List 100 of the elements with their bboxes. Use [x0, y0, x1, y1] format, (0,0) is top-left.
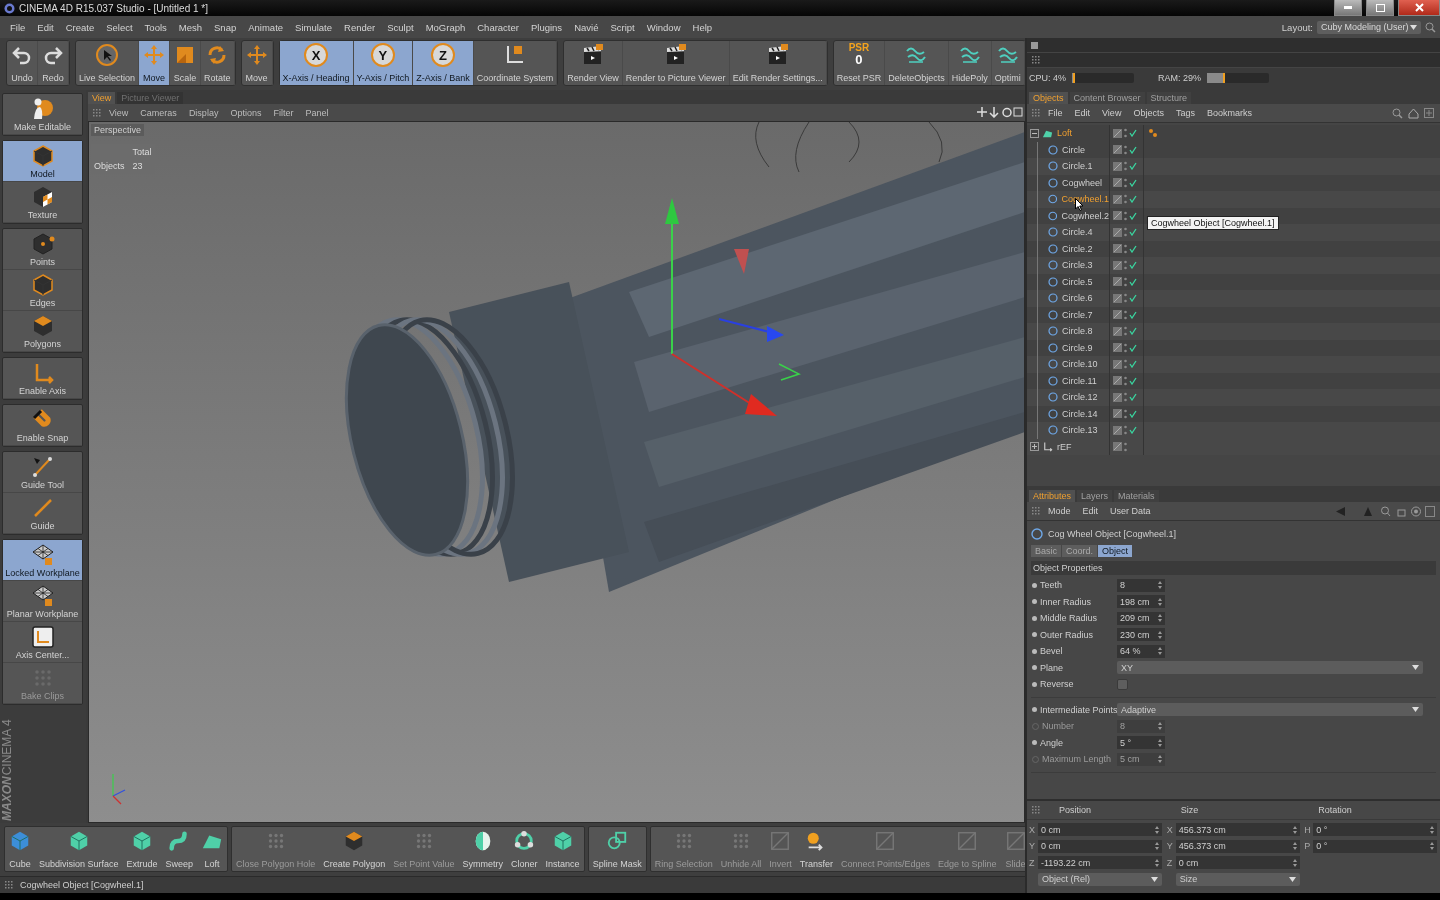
menu-item[interactable]: MoGraph [419, 21, 472, 33]
object-name[interactable]: Circle.5 [1062, 276, 1093, 287]
panel-tab[interactable]: Structure [1146, 92, 1192, 104]
animation-dot-icon[interactable] [1032, 740, 1037, 746]
menu-item[interactable]: Script [604, 21, 641, 33]
visibility-dots-icon[interactable] [1124, 408, 1127, 419]
menu-item[interactable]: Mesh [172, 21, 209, 33]
checkmark-icon[interactable] [1129, 228, 1137, 237]
tool-button[interactable]: Loft [197, 827, 228, 871]
tool-button[interactable]: Move [241, 41, 273, 85]
viewport-tab[interactable]: View [88, 92, 116, 104]
menu-item[interactable]: Edit [31, 21, 60, 33]
coordinate-field[interactable]: 456.373 cm [1175, 839, 1300, 853]
menu-item[interactable]: Tools [138, 21, 173, 33]
visibility-dots-icon[interactable] [1124, 342, 1127, 353]
viewport-menu-item[interactable]: Filter [268, 107, 299, 118]
tool-button[interactable]: Spline Mask [588, 827, 646, 871]
viewport-menu-item[interactable]: Cameras [135, 107, 182, 118]
menu-item[interactable]: Snap [208, 21, 243, 33]
panel-menu-item[interactable]: File [1043, 108, 1068, 118]
menu-item[interactable]: Window [640, 21, 687, 33]
tag-dots-icon[interactable] [1148, 128, 1158, 139]
visibility-dots-icon[interactable] [1124, 293, 1127, 304]
maximize-button[interactable] [1366, 0, 1394, 16]
visibility-dots-icon[interactable] [1124, 177, 1127, 188]
animation-dot-icon[interactable] [1032, 665, 1037, 671]
grip-icon[interactable] [1031, 108, 1041, 118]
panel-handle[interactable] [1031, 41, 1038, 49]
panel-menu-item[interactable]: User Data [1105, 506, 1156, 516]
mode-button[interactable]: Planar Workplane [3, 581, 82, 622]
tool-button[interactable]: Cube [5, 827, 35, 871]
checkmark-icon[interactable] [1129, 145, 1137, 154]
visibility-dots-icon[interactable] [1124, 359, 1127, 370]
checkmark-icon[interactable] [1129, 409, 1137, 418]
checkmark-icon[interactable] [1129, 310, 1137, 319]
spinner-icon[interactable] [1158, 630, 1162, 639]
visibility-dots-icon[interactable] [1124, 309, 1127, 320]
panel-menu-item[interactable]: View [1097, 108, 1127, 118]
visibility-dots-icon[interactable] [1124, 210, 1127, 221]
tool-button[interactable]: Transfer [795, 827, 837, 871]
tool-button[interactable]: Redo [38, 41, 69, 85]
checkmark-icon[interactable] [1129, 261, 1137, 270]
menu-item[interactable]: Create [59, 21, 101, 33]
mode-button[interactable]: Guide [3, 493, 82, 534]
expand-panel-icon[interactable] [1424, 108, 1434, 118]
object-name[interactable]: Circle.12 [1062, 392, 1098, 403]
tool-button[interactable]: Symmetry [458, 827, 508, 871]
spinner-icon[interactable] [1158, 722, 1162, 731]
tool-button[interactable]: Undo [7, 41, 38, 85]
menu-item[interactable]: Character [471, 21, 525, 33]
tool-button[interactable]: Edit Render Settings... [729, 41, 827, 85]
grip-icon[interactable] [1031, 55, 1041, 65]
tool-button[interactable]: Sweep [161, 827, 198, 871]
object-name[interactable]: Loft [1057, 128, 1072, 139]
checkmark-icon[interactable] [1129, 360, 1137, 369]
visibility-dots-icon[interactable] [1124, 227, 1127, 238]
tool-button[interactable]: Render to Picture Viewer [622, 41, 730, 85]
mode-button[interactable]: Points [3, 229, 82, 270]
object-name[interactable]: Circle.11 [1062, 375, 1097, 386]
home-icon[interactable] [1408, 107, 1419, 119]
checkmark-icon[interactable] [1129, 376, 1137, 385]
panel-menu-item[interactable]: Objects [1128, 108, 1169, 118]
panel-menu-item[interactable]: Bookmarks [1201, 108, 1257, 118]
tool-button[interactable]: Y Y-Axis / Pitch [353, 41, 414, 85]
menu-item[interactable]: Navié [568, 21, 605, 33]
object-name[interactable]: Cogwheel.1 [1061, 194, 1109, 205]
object-name[interactable]: Circle [1062, 144, 1085, 155]
grip-icon[interactable] [92, 107, 102, 118]
panel-tab[interactable]: Attributes [1029, 490, 1076, 502]
panel-menu-item[interactable]: Edit [1077, 506, 1104, 516]
mode-button[interactable]: Axis Center... [3, 622, 82, 663]
tool-button[interactable]: Live Selection [76, 41, 140, 85]
expander-icon[interactable] [1030, 442, 1039, 452]
expander-icon[interactable] [1030, 128, 1039, 138]
spinner-icon[interactable] [1292, 842, 1297, 851]
coordinate-field[interactable]: 0 cm [1038, 839, 1162, 853]
visibility-dots-icon[interactable] [1124, 425, 1127, 436]
coordinate-field[interactable]: 0 ° [1313, 839, 1438, 853]
checkmark-icon[interactable] [1129, 195, 1137, 204]
checkmark-icon[interactable] [1129, 244, 1137, 253]
attribute-tab[interactable]: Coord. [1062, 545, 1098, 557]
tool-button[interactable]: Scale [170, 41, 202, 85]
grip-icon[interactable] [4, 880, 14, 890]
tool-button[interactable]: PSR 0 Reset PSR [833, 41, 886, 85]
attribute-tab[interactable]: Basic [1031, 545, 1061, 557]
spinner-icon[interactable] [1155, 858, 1159, 867]
menu-item[interactable]: Plugins [524, 21, 569, 33]
tool-button[interactable]: Move [139, 41, 171, 85]
number-field[interactable]: 64 % [1117, 644, 1165, 658]
object-name[interactable]: rEF [1057, 441, 1072, 452]
tool-button[interactable]: Extrude [122, 827, 162, 871]
search-icon[interactable] [1425, 21, 1436, 33]
object-name[interactable]: Circle.8 [1062, 326, 1093, 337]
object-name[interactable]: Circle.10 [1062, 359, 1098, 370]
menu-item[interactable]: Help [686, 21, 719, 33]
tool-button[interactable]: Instance [541, 827, 584, 871]
animation-dot-icon[interactable] [1032, 648, 1037, 654]
tool-button[interactable]: Rotate [201, 41, 235, 85]
visibility-dots-icon[interactable] [1124, 392, 1127, 403]
mode-button[interactable]: Guide Tool [3, 452, 82, 493]
